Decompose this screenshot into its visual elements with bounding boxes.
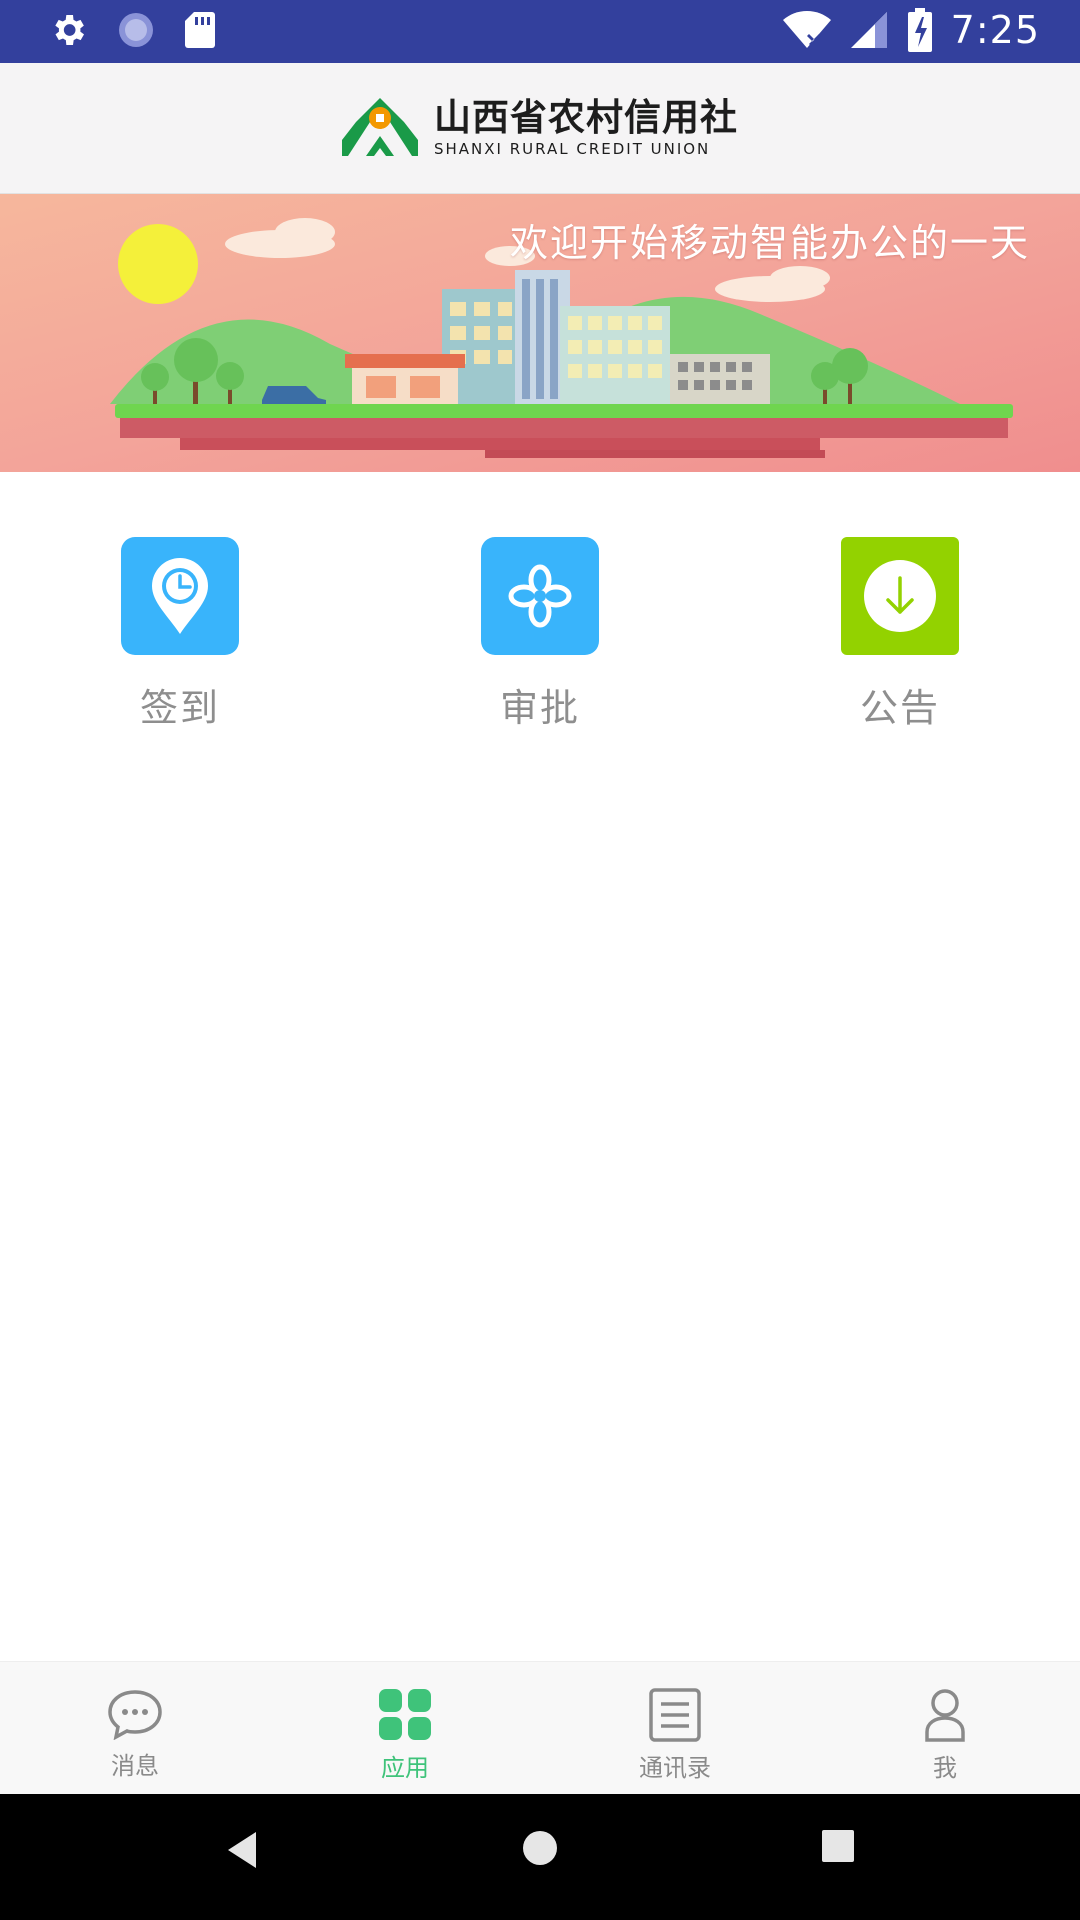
wifi-icon xyxy=(782,11,831,48)
brand-logo: 山西省农村信用社 SHANXI RURAL CREDIT UNION xyxy=(342,96,738,160)
contacts-list-icon xyxy=(649,1688,701,1742)
download-icon[interactable] xyxy=(841,537,959,655)
brand-name-cn: 山西省农村信用社 xyxy=(434,96,738,139)
tab-messages-label: 消息 xyxy=(111,1752,159,1780)
home-icon[interactable] xyxy=(520,1828,560,1868)
location-clock-icon[interactable] xyxy=(121,537,239,655)
settings-icon xyxy=(55,15,84,45)
brand-name-en: SHANXI RURAL CREDIT UNION xyxy=(434,140,711,158)
tab-contacts[interactable]: 通讯录 xyxy=(540,1662,810,1794)
signal-icon xyxy=(850,12,887,48)
credit-union-logo-icon xyxy=(342,98,418,156)
bottom-tab-bar: 消息 应用 通讯录 我 xyxy=(0,1661,1080,1794)
flower-icon[interactable] xyxy=(481,537,599,655)
tab-apps-label: 应用 xyxy=(381,1754,429,1782)
app-approval[interactable]: 审批 xyxy=(360,537,720,732)
banner-title: 欢迎开始移动智能办公的一天 xyxy=(509,221,1030,265)
tab-apps[interactable]: 应用 xyxy=(270,1662,540,1794)
app-approval-label: 审批 xyxy=(499,686,580,730)
app-grid: 签到 审批 公告 xyxy=(0,537,1080,732)
chat-bubble-icon xyxy=(108,1690,162,1740)
tab-me-label: 我 xyxy=(933,1754,957,1782)
sd-card-icon xyxy=(185,12,215,48)
app-notice-label: 公告 xyxy=(859,686,940,730)
app-header: 山西省农村信用社 SHANXI RURAL CREDIT UNION xyxy=(0,63,1080,194)
app-notice[interactable]: 公告 xyxy=(720,537,1080,732)
back-icon[interactable] xyxy=(224,1828,260,1872)
system-nav-bar xyxy=(0,1794,1080,1920)
status-time: 7:25 xyxy=(950,8,1040,52)
welcome-banner[interactable]: 欢迎开始移动智能办公的一天 xyxy=(0,194,1080,472)
app-checkin[interactable]: 签到 xyxy=(0,537,360,732)
grid-apps-icon xyxy=(379,1689,431,1740)
app-checkin-label: 签到 xyxy=(139,686,220,730)
person-icon xyxy=(925,1689,965,1742)
loading-icon xyxy=(119,13,153,47)
battery-charging-icon xyxy=(907,8,932,52)
status-bar: 7:25 xyxy=(0,0,1080,63)
recents-icon[interactable] xyxy=(820,1828,856,1864)
tab-me[interactable]: 我 xyxy=(810,1662,1080,1794)
tab-contacts-label: 通讯录 xyxy=(639,1754,711,1782)
tab-messages[interactable]: 消息 xyxy=(0,1662,270,1794)
